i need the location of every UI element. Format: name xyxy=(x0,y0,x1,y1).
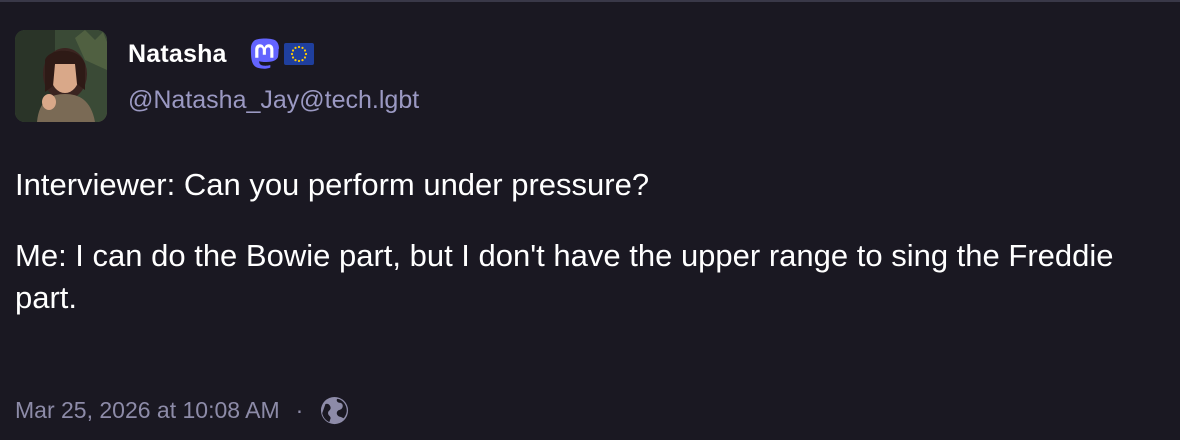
avatar-image xyxy=(15,30,107,122)
account-badges xyxy=(250,38,314,75)
post-paragraph: Interviewer: Can you perform under press… xyxy=(15,167,650,202)
account-handle[interactable]: @Natasha_Jay@tech.lgbt xyxy=(128,86,419,115)
post-paragraph: Me: I can do the Bowie part, but I don't… xyxy=(15,238,1114,315)
post-content: Interviewer: Can you perform under press… xyxy=(15,164,1155,348)
avatar[interactable] xyxy=(15,30,107,122)
separator-dot: · xyxy=(295,396,304,423)
globe-icon[interactable] xyxy=(319,395,350,426)
display-name[interactable]: Natasha xyxy=(128,40,227,69)
eu-flag-icon xyxy=(284,42,314,70)
post-footer: Mar 25, 2026 at 10:08 AM · xyxy=(15,392,350,428)
post-card: Natasha @Natasha_Jay@tech.lgbt Interview… xyxy=(0,0,1180,440)
post-timestamp[interactable]: Mar 25, 2026 at 10:08 AM xyxy=(15,397,280,424)
mastodon-icon xyxy=(250,38,280,75)
